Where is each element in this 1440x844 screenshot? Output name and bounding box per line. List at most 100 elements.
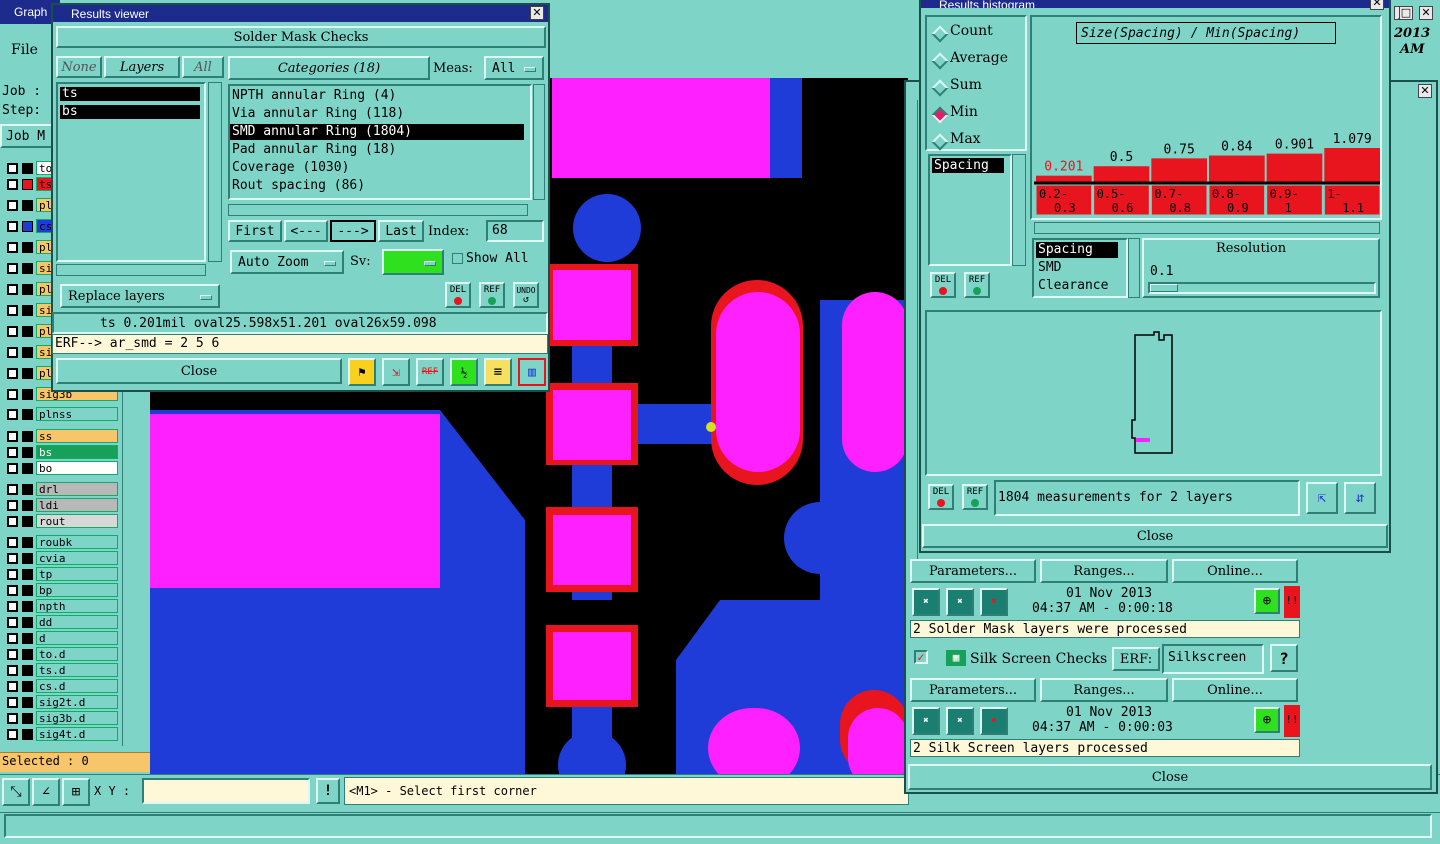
layer-checkbox[interactable] [7, 681, 18, 692]
layer-item-bs[interactable]: bs [60, 105, 200, 119]
categories-vscroll[interactable] [533, 84, 545, 200]
layer-color-swatch[interactable] [22, 713, 33, 724]
layer-row[interactable]: ldi [0, 498, 122, 513]
sm-run-all-icon[interactable]: ✖ [946, 588, 974, 616]
layer-color-swatch[interactable] [22, 729, 33, 740]
layer-checkbox[interactable] [7, 729, 18, 740]
layer-row[interactable]: tp [0, 567, 122, 582]
layer-row[interactable]: drl [0, 482, 122, 497]
layer-name[interactable]: bs [36, 445, 118, 459]
layer-color-swatch[interactable] [22, 368, 33, 379]
layer-color-swatch[interactable] [22, 200, 33, 211]
layer-color-swatch[interactable] [22, 179, 33, 190]
sm-ranges-button[interactable]: Ranges... [1040, 559, 1168, 583]
layer-checkbox[interactable] [7, 179, 18, 190]
layer-checkbox[interactable] [7, 697, 18, 708]
layer-name[interactable]: cs.d [36, 679, 118, 693]
layer-checkbox[interactable] [7, 284, 18, 295]
ss-run-icon[interactable]: ✖ [912, 707, 940, 735]
mode-label[interactable]: Max [950, 131, 981, 147]
spacing-list-right[interactable]: Spacing SMD Clearance [1032, 238, 1128, 298]
layer-checkbox[interactable] [7, 409, 18, 420]
command-line[interactable] [4, 814, 1432, 838]
ss-zoom-icon[interactable]: ⊕ [1254, 707, 1280, 733]
layer-color-swatch[interactable] [22, 463, 33, 474]
layer-name[interactable]: drl [36, 482, 118, 496]
layers-list-vscroll[interactable] [208, 82, 222, 262]
layer-color-swatch[interactable] [22, 601, 33, 612]
sm-online-button[interactable]: Online... [1172, 559, 1298, 583]
layer-row[interactable]: bo [0, 461, 122, 476]
layer-checkbox[interactable] [7, 617, 18, 628]
layer-row[interactable]: plnss [0, 407, 122, 422]
layer-checkbox[interactable] [7, 500, 18, 511]
ss-stop-icon[interactable]: ✖ [980, 707, 1008, 735]
undo-icon[interactable]: UNDO ↺ [513, 282, 539, 308]
categories-hscroll[interactable] [228, 204, 528, 216]
index-input[interactable]: 68 [486, 220, 544, 242]
histogram-bar[interactable] [1324, 148, 1380, 182]
layer-checkbox[interactable] [7, 633, 18, 644]
grid-icon[interactable]: ⊞ [62, 778, 90, 806]
layer-color-swatch[interactable] [22, 326, 33, 337]
histogram-bar[interactable] [1093, 166, 1150, 182]
histogram-maximize-icon[interactable]: □ [1399, 6, 1413, 20]
histogram-bar[interactable] [1209, 155, 1265, 182]
prev-button[interactable]: <--- [284, 220, 328, 242]
layer-name[interactable]: plnss [36, 407, 118, 421]
summary-ref-icon[interactable]: REF [962, 484, 988, 510]
layer-checkbox[interactable] [7, 553, 18, 564]
spacing-list-right-scroll[interactable] [1128, 238, 1140, 298]
ss-ranges-button[interactable]: Ranges... [1040, 678, 1168, 702]
layer-name[interactable]: to.d [36, 647, 118, 661]
layer-checkbox[interactable] [7, 649, 18, 660]
layer-row[interactable]: cs.d [0, 679, 122, 694]
last-button[interactable]: Last [378, 220, 424, 242]
categories-button[interactable]: Categories (18) [228, 56, 430, 80]
layer-color-swatch[interactable] [22, 163, 33, 174]
layer-checkbox[interactable] [7, 484, 18, 495]
layer-row[interactable]: to.d [0, 647, 122, 662]
next-button[interactable]: ---> [330, 220, 376, 242]
layer-checkbox[interactable] [7, 665, 18, 676]
layer-row[interactable]: sig2t.d [0, 695, 122, 710]
ss-run-all-icon[interactable]: ✖ [946, 707, 974, 735]
layer-color-swatch[interactable] [22, 447, 33, 458]
layer-checkbox[interactable] [7, 447, 18, 458]
sv-color-dropdown[interactable] [382, 249, 444, 275]
layer-color-swatch[interactable] [22, 284, 33, 295]
layer-checkbox[interactable] [7, 221, 18, 232]
layer-color-swatch[interactable] [22, 649, 33, 660]
ss-parameters-button[interactable]: Parameters... [910, 678, 1036, 702]
layer-name[interactable]: sig3b.d [36, 711, 118, 725]
layer-color-swatch[interactable] [22, 665, 33, 676]
mode-label[interactable]: Count [950, 23, 993, 39]
layer-color-swatch[interactable] [22, 500, 33, 511]
layer-checkbox[interactable] [7, 347, 18, 358]
histogram-bar[interactable] [1266, 153, 1323, 182]
layer-name[interactable]: bo [36, 461, 118, 475]
layer-color-swatch[interactable] [22, 516, 33, 527]
sm-stop-icon[interactable]: ✖ [980, 588, 1008, 616]
layer-color-swatch[interactable] [22, 569, 33, 580]
meas-dropdown[interactable]: All [484, 56, 544, 80]
results-viewer-close-icon[interactable]: ✕ [530, 6, 544, 20]
erf-value[interactable]: Silkscreen [1162, 644, 1264, 674]
category-item[interactable]: Coverage (1030) [230, 160, 524, 176]
mode-label[interactable]: Average [950, 50, 1008, 66]
layer-row[interactable]: d [0, 631, 122, 646]
layer-color-swatch[interactable] [22, 347, 33, 358]
layers-none-button[interactable]: None [56, 56, 102, 78]
layer-color-swatch[interactable] [22, 221, 33, 232]
layer-color-swatch[interactable] [22, 553, 33, 564]
layers-button[interactable]: Layers [104, 56, 180, 78]
category-item[interactable]: Rout spacing (86) [230, 178, 524, 194]
spacing-item-left[interactable]: Spacing [932, 158, 1004, 173]
layer-checkbox[interactable] [7, 431, 18, 442]
report-icon[interactable]: ≡ [484, 358, 512, 386]
checks-panel-scroll[interactable] [908, 100, 918, 560]
layer-name[interactable]: d [36, 631, 118, 645]
layer-name[interactable]: bp [36, 583, 118, 597]
layer-checkbox[interactable] [7, 389, 18, 400]
alert-icon[interactable]: ! [316, 778, 340, 804]
